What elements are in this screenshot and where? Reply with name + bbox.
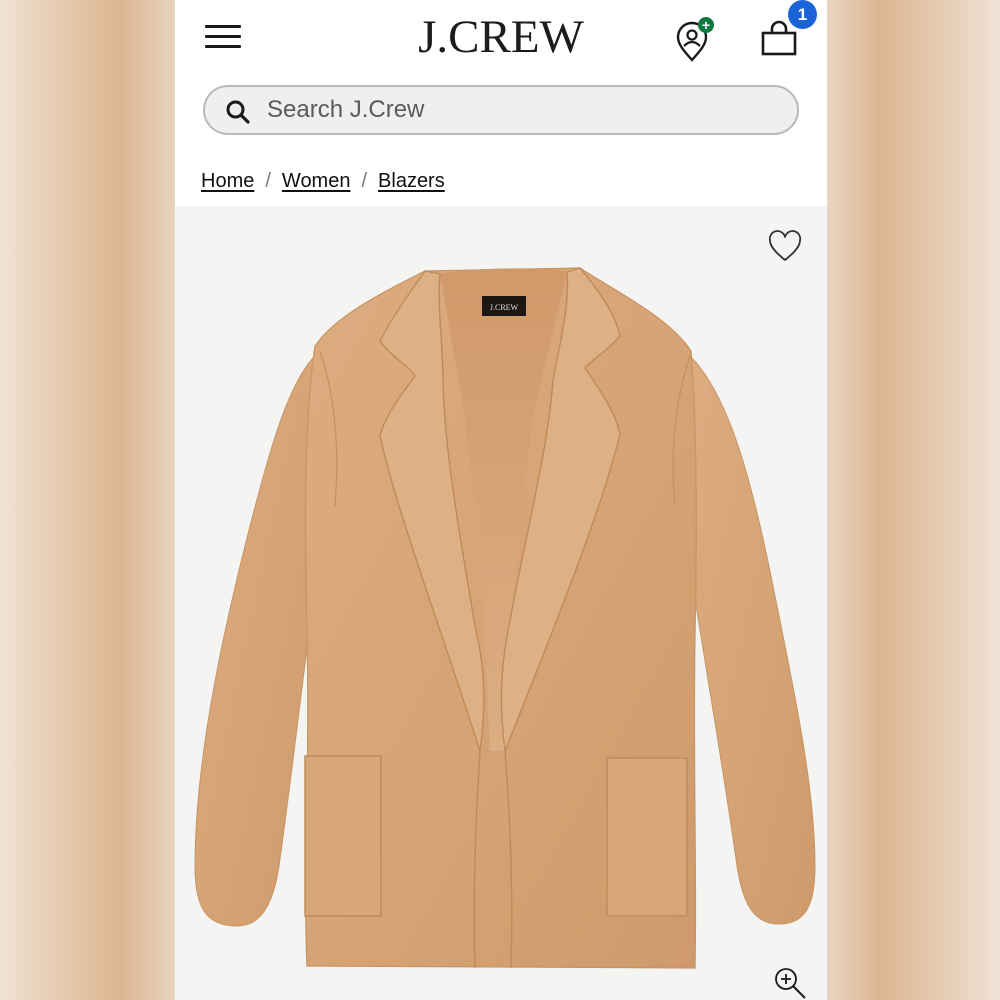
product-image[interactable]: J.CREW [175,206,827,1000]
zoom-in-icon[interactable] [773,966,809,1000]
search-icon [226,100,250,124]
breadcrumb-home[interactable]: Home [201,170,254,192]
search-bar[interactable] [203,85,799,135]
breadcrumb-separator: / [265,170,271,192]
breadcrumb-blazers[interactable]: Blazers [378,170,445,192]
app-screen: J.CREW + 1 Home / Women / Blazers [175,0,827,1000]
garment-label: J.CREW [490,303,519,312]
product-gallery: J.CREW [175,206,827,1000]
store-location-icon[interactable]: + [673,17,719,64]
site-logo[interactable]: J.CREW [175,8,827,66]
breadcrumb-women[interactable]: Women [282,170,351,192]
search-input[interactable] [267,91,767,129]
cart-count-badge: 1 [788,0,817,29]
wishlist-heart-icon[interactable] [767,230,803,264]
breadcrumb-separator: / [361,170,368,192]
header: J.CREW + 1 Home / Women / Blazers [175,0,827,206]
breadcrumb: Home / Women / Blazers [201,170,445,193]
add-store-badge: + [698,17,714,33]
